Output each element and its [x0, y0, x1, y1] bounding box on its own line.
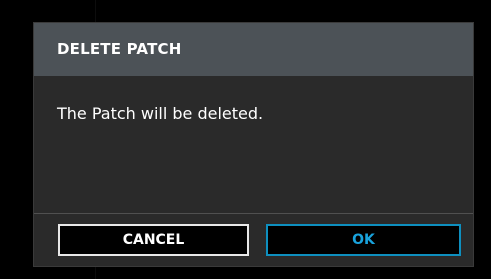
dialog-title: DELETE PATCH	[57, 40, 182, 58]
cancel-button-label: CANCEL	[122, 232, 185, 248]
dialog-divider	[34, 213, 473, 214]
dialog-message: The Patch will be deleted.	[57, 104, 264, 123]
cancel-button[interactable]: CANCEL	[58, 224, 249, 256]
ok-button[interactable]: OK	[266, 224, 461, 256]
dialog-header: DELETE PATCH	[34, 23, 473, 76]
ok-button-label: OK	[352, 232, 375, 248]
delete-patch-dialog: DELETE PATCH The Patch will be deleted. …	[33, 22, 474, 267]
